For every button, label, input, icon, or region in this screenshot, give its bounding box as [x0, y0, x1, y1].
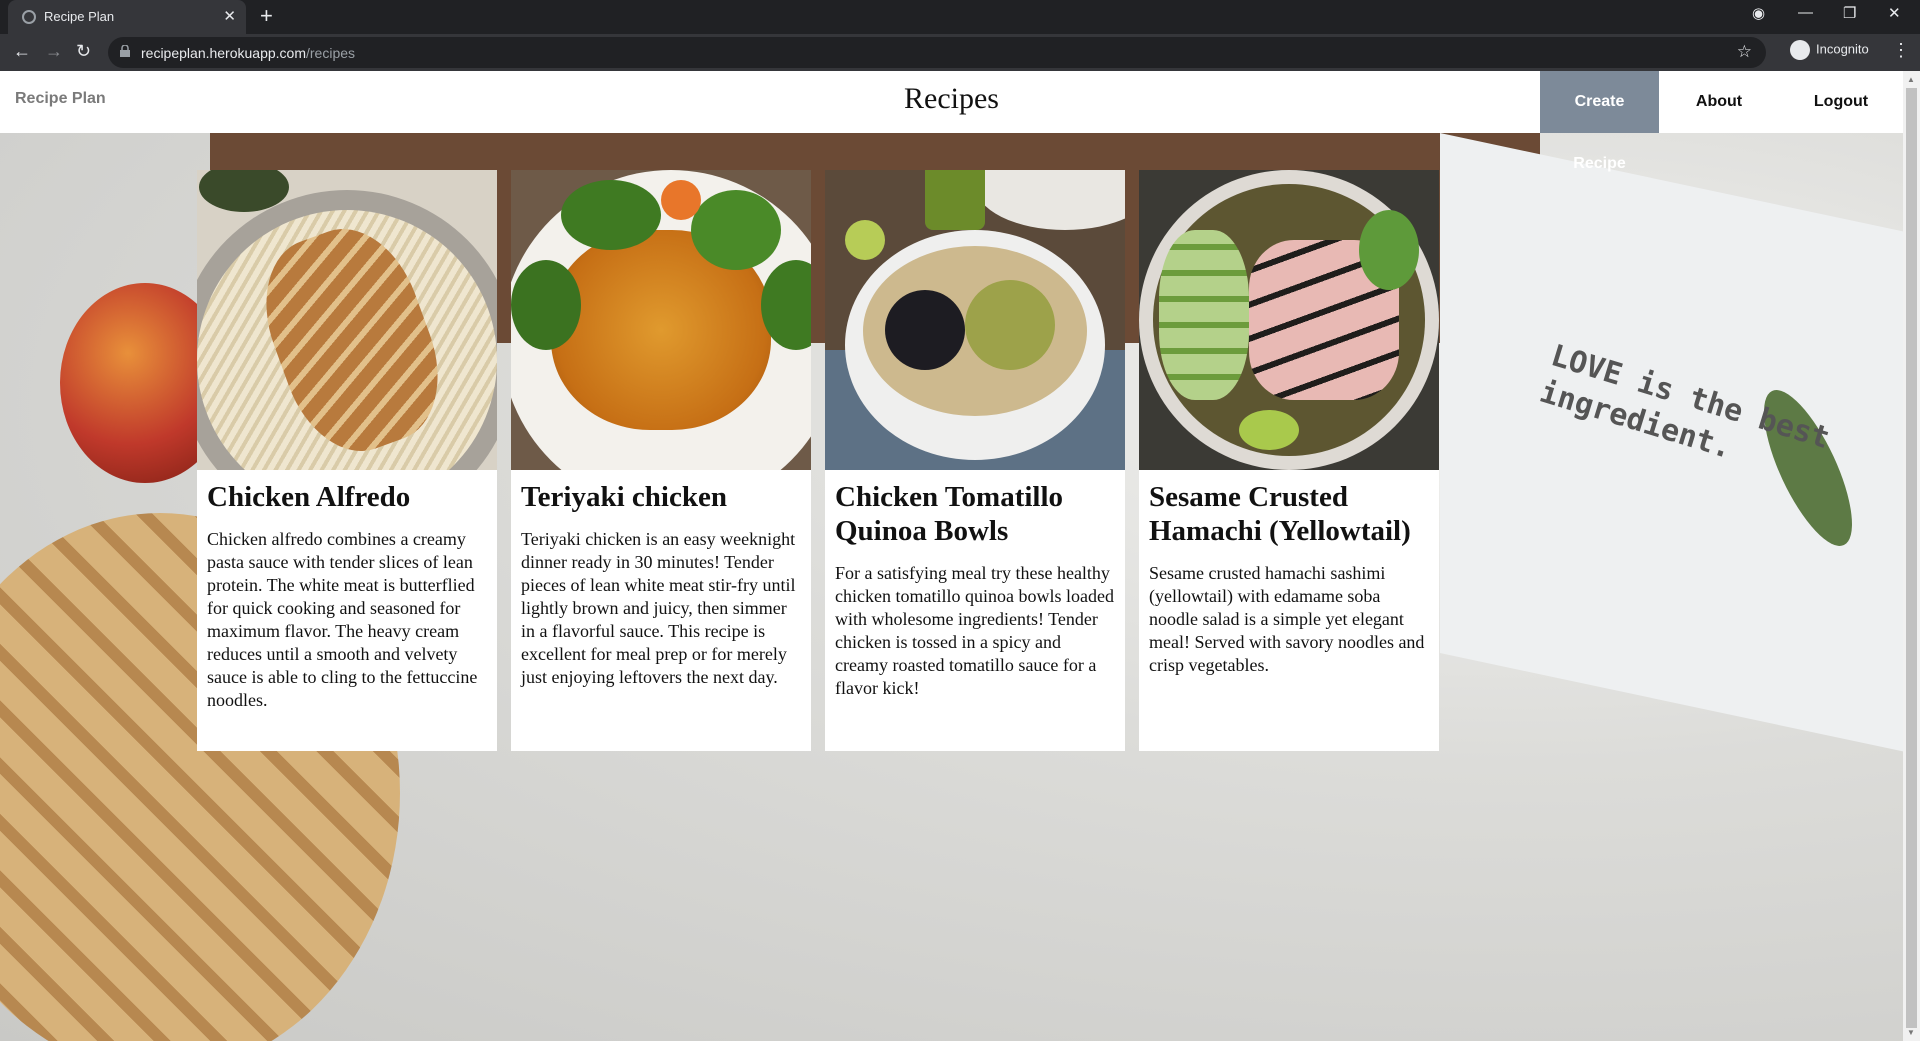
recipe-title[interactable]: Chicken Tomatillo Quinoa Bowls — [835, 480, 1115, 548]
hamachi-bowl-photo[interactable] — [1139, 170, 1439, 470]
quinoa-bowl-photo[interactable] — [825, 170, 1125, 470]
recipe-card[interactable]: Chicken Tomatillo Quinoa Bowls For a sat… — [825, 170, 1125, 751]
incognito-label: Incognito — [1816, 41, 1869, 57]
tab-title: Recipe Plan — [44, 9, 115, 24]
address-bar[interactable]: recipeplan.herokuapp.com/recipes ☆ — [108, 37, 1766, 68]
tab-search-icon[interactable]: ◉ — [1752, 4, 1765, 22]
nav-links: Create Recipe About Logout — [1540, 71, 1903, 172]
recipe-description: Chicken alfredo combines a creamy pasta … — [207, 529, 478, 710]
new-tab-button[interactable]: + — [260, 3, 273, 29]
reload-icon[interactable]: ↻ — [76, 41, 91, 62]
close-tab-icon[interactable]: ✕ — [223, 7, 236, 25]
teriyaki-chicken-photo[interactable] — [511, 170, 811, 470]
bookmark-star-icon[interactable]: ☆ — [1737, 42, 1752, 62]
browser-tab[interactable]: Recipe Plan ✕ — [8, 0, 246, 34]
url-path: /recipes — [306, 45, 356, 61]
browser-menu-icon[interactable]: ⋮ — [1892, 40, 1910, 61]
lock-icon — [120, 45, 130, 57]
url-host: recipeplan.herokuapp.com — [141, 45, 306, 61]
create-recipe-link[interactable]: Create Recipe — [1540, 71, 1659, 172]
about-link[interactable]: About — [1659, 71, 1779, 133]
scrollbar-thumb[interactable] — [1906, 88, 1917, 1028]
chicken-alfredo-photo[interactable] — [197, 170, 497, 470]
recipe-description: Teriyaki chicken is an easy weeknight di… — [521, 529, 796, 687]
recipe-title[interactable]: Teriyaki chicken — [521, 480, 801, 514]
recipe-card-list: Chicken Alfredo Chicken alfredo combines… — [197, 170, 1439, 751]
scroll-down-icon[interactable]: ▼ — [1907, 1028, 1915, 1037]
page-scrollbar[interactable]: ▲ ▼ — [1903, 71, 1920, 1041]
incognito-profile-button[interactable]: Incognito — [1790, 40, 1869, 60]
scroll-up-icon[interactable]: ▲ — [1907, 75, 1915, 84]
recipe-card[interactable]: Chicken Alfredo Chicken alfredo combines… — [197, 170, 497, 751]
recipe-card[interactable]: Sesame Crusted Hamachi (Yellowtail) Sesa… — [1139, 170, 1439, 751]
site-navbar: Recipe Plan Recipes Create Recipe About … — [0, 71, 1903, 172]
close-window-icon[interactable]: ✕ — [1888, 4, 1901, 22]
recipe-description: Sesame crusted hamachi sashimi (yellowta… — [1149, 563, 1425, 675]
back-icon[interactable]: ← — [13, 41, 31, 62]
restore-icon[interactable]: ❐ — [1843, 4, 1856, 22]
forward-icon[interactable]: → — [45, 41, 63, 62]
recipe-description: For a satisfying meal try these healthy … — [835, 563, 1114, 698]
page-viewport: LOVE is the best ingredient. Recipe Plan… — [0, 71, 1903, 1041]
recipe-title[interactable]: Sesame Crusted Hamachi (Yellowtail) — [1149, 480, 1429, 548]
recipe-title[interactable]: Chicken Alfredo — [207, 480, 487, 514]
recipe-card[interactable]: Teriyaki chicken Teriyaki chicken is an … — [511, 170, 811, 751]
browser-tabbar: Recipe Plan ✕ + ◉ — ❐ ✕ — [0, 0, 1920, 34]
minimize-icon[interactable]: — — [1798, 4, 1813, 21]
incognito-icon — [1790, 40, 1810, 60]
logout-link[interactable]: Logout — [1779, 71, 1903, 133]
favicon-icon — [22, 10, 36, 24]
browser-toolbar: ← → ↻ recipeplan.herokuapp.com/recipes ☆… — [0, 34, 1920, 71]
